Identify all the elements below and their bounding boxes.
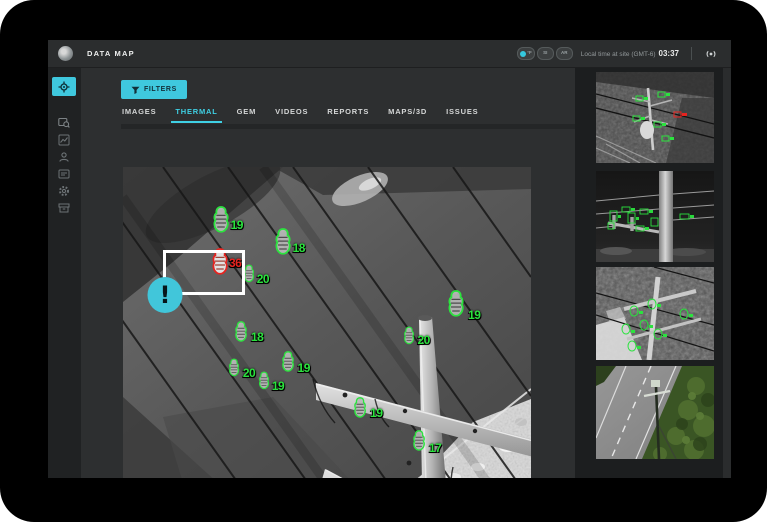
tab-videos[interactable]: VIDEOS [275,107,308,123]
temperature-label: 19 [370,405,383,420]
user-icon [59,151,69,162]
filter-icon [131,86,140,94]
tab-images[interactable]: IMAGES [122,107,156,123]
thumbnail-rgb-aerial-road-pole[interactable] [596,366,714,459]
temperature-label: 17 [428,440,442,455]
tab-bar: IMAGES THERMAL GEM VIDEOS REPORTS MAPS/3… [122,107,478,123]
thumbnail-3-image [596,267,714,360]
content-area: FILTERS IMAGES THERMAL GEM VIDEOS REPORT… [81,67,583,478]
temperature-label: 20 [256,271,270,286]
rail-scrollbar[interactable] [723,67,731,478]
temperature-label: 19 [468,307,481,322]
page-title: DATA MAP [87,49,135,58]
thermal-image-viewer[interactable]: 19 18 36 20 19 20 18 20 19 19 19 17 ! [123,167,531,478]
toggle-active-dot [520,50,527,57]
insulator-detection-ok[interactable] [353,396,367,423]
temperature-label: 19 [297,360,311,375]
temperature-label: 20 [242,366,256,381]
filters-button[interactable]: FILTERS [121,80,187,99]
insulator-detection-ok[interactable] [447,290,464,322]
sidebar-item-locate[interactable] [52,77,76,96]
header-divider [691,47,692,60]
tab-gem[interactable]: GEM [237,107,256,123]
chart-icon [58,134,70,145]
thumbnail-4-image [596,366,714,459]
thumbnail-1-image [596,72,714,163]
thumbnail-rail [575,67,731,478]
temperature-label: 18 [292,240,306,255]
insulator-detection-ok[interactable] [412,429,426,456]
thumbnail-thermal-aerial-crossarms[interactable] [596,267,714,360]
thumbnail-2-image [596,171,714,262]
thumbnail-thermal-aerial-road-pole[interactable] [596,72,714,163]
device-frame: DATA MAP °F SI AR Local time at site (GM… [0,0,767,522]
temperature-label: 20 [417,333,430,348]
insulator-detection-ok[interactable] [281,350,295,377]
locate-icon [58,81,70,92]
local-time-value: 03:37 [658,49,679,58]
insulator-detection-ok[interactable] [234,321,248,347]
unit-toggles: °F SI AR [517,47,573,60]
temperature-label: 18 [251,330,264,344]
archive-icon [58,203,70,212]
tab-issues[interactable]: ISSUES [446,107,478,123]
local-time-label: Local time at site (GMT-6) [580,51,656,58]
annotation-layer: 19 18 36 20 19 20 18 20 19 19 19 17 ! [123,167,531,478]
insulator-detection-ok[interactable] [274,228,291,260]
insulator-detection-ok[interactable] [258,371,270,395]
tab-scroll-track[interactable] [121,124,583,129]
header-bar: DATA MAP °F SI AR Local time at site (GM… [48,40,731,68]
insulator-detection-ok[interactable] [403,326,415,350]
tab-thermal[interactable]: THERMAL [171,107,222,123]
gear-icon [59,185,69,196]
app-window: DATA MAP °F SI AR Local time at site (GM… [48,40,731,478]
app-logo-icon [58,46,73,61]
temperature-label: 19 [230,218,244,233]
unit-toggle-si[interactable]: SI [536,47,554,60]
tab-reports[interactable]: REPORTS [327,107,369,123]
tab-maps3d[interactable]: MAPS/3D [388,107,427,123]
thumbnail-thermal-pole-closeup[interactable] [596,171,714,262]
card-icon [58,169,70,178]
unit-toggle-temp[interactable]: °F [517,47,535,60]
screenshot-stage: DATA MAP °F SI AR Local time at site (GM… [0,0,767,522]
unit-toggle-ar[interactable]: AR [555,47,573,60]
issue-alert-marker[interactable]: ! [147,276,183,313]
insulator-detection-ok[interactable] [228,358,240,381]
image-search-icon [58,117,70,128]
temperature-label: 19 [271,378,285,393]
broadcast-icon[interactable] [704,49,718,59]
sidebar [48,67,81,478]
insulator-detection-ok[interactable] [212,206,229,238]
insulator-detection-ok[interactable] [243,264,255,288]
sidebar-item-archive[interactable] [52,198,76,217]
